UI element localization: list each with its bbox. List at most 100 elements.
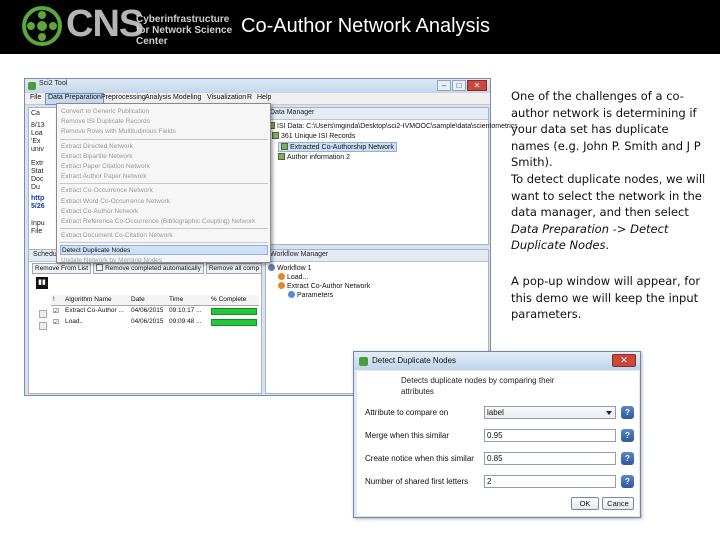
algorithm-time: 09:10:17 ... bbox=[169, 307, 202, 314]
data-manager-panel: Data Manager ISI Data: C:\Users\mginda\D… bbox=[265, 107, 518, 245]
algorithm-icon bbox=[278, 273, 285, 280]
row-checkbox-icon[interactable]: ☑ bbox=[53, 318, 59, 326]
menu-preprocessing[interactable]: Preprocessing bbox=[101, 94, 146, 101]
cancel-button[interactable]: Cance bbox=[602, 497, 634, 510]
console-line: Loa bbox=[31, 130, 43, 137]
menu-item-extract-document-co-citation-network[interactable]: Extract Document Co-Citation Network bbox=[60, 231, 268, 241]
workflow-item[interactable]: Extract Co-Author Network bbox=[278, 282, 370, 290]
column-header: % Complete bbox=[211, 296, 247, 303]
menu-item-extract-co-occurrence-network[interactable]: Extract Co-Occurrence Network bbox=[60, 186, 268, 196]
table-row[interactable]: ☑ Load.. 04/06/2015 09:09:48 ... bbox=[51, 317, 259, 328]
menu-help[interactable]: Help bbox=[257, 94, 271, 101]
data-item-unique-records[interactable]: 361 Unique ISI Records bbox=[272, 132, 355, 140]
scroll-down-icon[interactable] bbox=[39, 322, 47, 330]
workflow-item[interactable]: Parameters bbox=[288, 291, 333, 299]
network-icon bbox=[281, 143, 288, 150]
data-item-author-info[interactable]: Author information 2 bbox=[278, 153, 350, 161]
maximize-icon[interactable]: □ bbox=[452, 80, 466, 91]
field-label: Merge when this similar bbox=[365, 431, 450, 440]
dialog-titlebar: Detect Duplicate Nodes ✕ bbox=[354, 352, 640, 370]
cns-logo-icon bbox=[22, 6, 62, 46]
algorithm-name: Load.. bbox=[65, 318, 84, 325]
workflow-manager-title: Workflow Manager bbox=[270, 251, 329, 258]
data-item-label: Author information 2 bbox=[287, 154, 351, 161]
menu-path-text: Data Preparation -> Detect Duplicate Nod… bbox=[511, 221, 669, 253]
help-icon[interactable]: ? bbox=[621, 429, 634, 442]
menu-item-update-network-by-merging-nodes[interactable]: Update Network by Merging Nodes bbox=[60, 256, 268, 266]
workflow-item-label: Extract Co-Author Network bbox=[287, 283, 371, 290]
detect-duplicate-nodes-dialog: Detect Duplicate Nodes ✕ Detects duplica… bbox=[353, 351, 641, 518]
menu-file[interactable]: File bbox=[30, 94, 41, 101]
algorithm-name: Extract Co-Author ... bbox=[65, 307, 124, 314]
close-icon[interactable]: ✕ bbox=[467, 80, 487, 91]
menu-analysis[interactable]: Analysis bbox=[145, 94, 171, 101]
column-header: Time bbox=[169, 296, 184, 303]
ok-button[interactable]: OK bbox=[571, 497, 599, 510]
table-icon bbox=[278, 153, 285, 160]
description-paragraph-2-text: To detect duplicate nodes, we will want … bbox=[511, 172, 706, 219]
progress-bar bbox=[211, 319, 257, 326]
sci2-window-title: Sci2 Tool bbox=[39, 80, 68, 87]
column-header: Algorithm Name bbox=[65, 296, 112, 303]
menu-item-extract-word-co-occurrence-network[interactable]: Extract Word Co-Occurrence Network bbox=[60, 197, 268, 207]
menu-visualization[interactable]: Visualization bbox=[207, 94, 246, 101]
workflow-item[interactable]: Load... bbox=[278, 273, 308, 281]
notice-similarity-input[interactable] bbox=[484, 452, 616, 465]
menu-item-extract-author-paper-network[interactable]: Extract Author Paper Network bbox=[60, 172, 268, 182]
shared-letters-input[interactable] bbox=[484, 475, 616, 488]
remove-completed-auto-label: Remove completed automatically bbox=[105, 265, 201, 272]
console-line: 5/26 bbox=[31, 203, 45, 210]
menu-item-extract-co-author-network[interactable]: Extract Co-Author Network bbox=[60, 207, 268, 217]
menu-item-extract-directed-network[interactable]: Extract Directed Network bbox=[60, 142, 268, 152]
description-paragraph-2-end: . bbox=[605, 238, 610, 252]
workflow-item[interactable]: Workflow 1 bbox=[268, 264, 312, 272]
description-paragraph-3: A pop-up window will appear, for this de… bbox=[511, 274, 701, 321]
menu-modeling[interactable]: Modeling bbox=[173, 94, 201, 101]
menu-item-detect-duplicate-nodes[interactable]: Detect Duplicate Nodes bbox=[60, 245, 268, 256]
merge-similarity-input[interactable] bbox=[484, 429, 616, 442]
scheduler-table-header: ! Algorithm Name Date Time % Complete bbox=[51, 295, 259, 306]
menu-separator bbox=[60, 228, 268, 230]
workflow-item-label: Workflow 1 bbox=[277, 265, 312, 272]
console-link[interactable]: http bbox=[31, 195, 44, 202]
help-icon[interactable]: ? bbox=[621, 406, 634, 419]
dialog-close-icon[interactable]: ✕ bbox=[612, 354, 636, 367]
sci2-window: Sci2 Tool – □ ✕ File Data Preparation Pr… bbox=[24, 78, 518, 396]
minimize-icon[interactable]: – bbox=[437, 80, 451, 91]
data-manager-title: Data Manager bbox=[270, 109, 315, 116]
data-item-label: ISI Data: C:\Users\mginda\Desktop\sci2-I… bbox=[277, 123, 518, 130]
sci2-app-icon bbox=[28, 82, 36, 90]
scroll-up-icon[interactable] bbox=[39, 310, 47, 318]
scheduler-panel: Scheduler Remove From List Remove complet… bbox=[28, 249, 263, 394]
dialog-app-icon bbox=[359, 357, 368, 366]
algorithm-date: 04/06/2015 bbox=[131, 307, 164, 314]
algorithm-icon bbox=[278, 282, 285, 289]
help-icon[interactable]: ? bbox=[621, 452, 634, 465]
data-item-coauthor-network[interactable]: Extracted Co-Authorship Network bbox=[278, 142, 397, 152]
console-line: univ bbox=[31, 146, 44, 153]
window-controls: – □ ✕ bbox=[436, 80, 487, 91]
help-icon[interactable]: ? bbox=[621, 475, 634, 488]
algorithm-date: 04/06/2015 bbox=[131, 318, 164, 325]
console-line: Extr bbox=[31, 160, 44, 167]
menu-item-convert-to-generic-publication[interactable]: Convert to Generic Publication bbox=[60, 107, 268, 117]
field-label: Attribute to compare on bbox=[365, 408, 449, 417]
pause-icon[interactable]: ▮▮ bbox=[36, 277, 48, 289]
algorithm-time: 09:09:48 ... bbox=[169, 318, 202, 325]
menu-separator bbox=[60, 183, 268, 185]
row-checkbox-icon[interactable]: ☑ bbox=[53, 307, 59, 315]
table-row[interactable]: ☑ Extract Co-Author ... 04/06/2015 09:10… bbox=[51, 306, 259, 317]
workflow-manager-header: Workflow Manager bbox=[266, 250, 488, 262]
menu-item-extract-reference-co-occurrence-bibliographic-coupling-network[interactable]: Extract Reference Co-Occurrence (Bibliog… bbox=[60, 217, 268, 227]
data-item-isi[interactable]: ISI Data: C:\Users\mginda\Desktop\sci2-I… bbox=[268, 122, 518, 130]
dialog-description: Detects duplicate nodes by comparing the… bbox=[401, 376, 555, 396]
menu-item-extract-bipartite-network[interactable]: Extract Bipartite Network bbox=[60, 152, 268, 162]
console-line: Stat bbox=[31, 168, 44, 175]
attribute-select[interactable]: label bbox=[484, 406, 616, 419]
dialog-title: Detect Duplicate Nodes bbox=[372, 356, 457, 365]
menu-item-remove-rows-with-multitudinous-fields[interactable]: Remove Rows with Multitudinous Fields bbox=[60, 127, 268, 137]
menu-item-extract-paper-citation-network[interactable]: Extract Paper Citation Network bbox=[60, 162, 268, 172]
menu-r[interactable]: R bbox=[247, 94, 252, 101]
column-header: ! bbox=[53, 296, 55, 303]
menu-item-remove-isi-duplicate-records[interactable]: Remove ISI Duplicate Records bbox=[60, 117, 268, 127]
